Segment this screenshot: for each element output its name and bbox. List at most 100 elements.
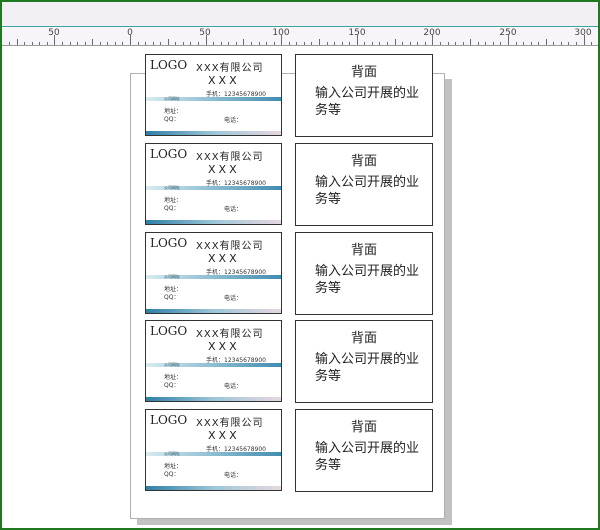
website-label: 公司网址 [164, 185, 180, 190]
card-back[interactable]: 背面输入公司开展的业务等 [295, 320, 433, 403]
logo-text: LOGO [150, 413, 188, 427]
ruler-tick [206, 35, 207, 45]
ruler-tick [478, 42, 479, 45]
ruler-tick [130, 35, 131, 45]
ruler-tick [349, 42, 350, 45]
ruler-tick [304, 42, 305, 45]
ruler-tick [54, 35, 55, 45]
ruler-tick [266, 42, 267, 45]
ruler-tick [425, 42, 426, 45]
ruler-tick [410, 42, 411, 45]
ruler-tick [47, 42, 48, 45]
card-front[interactable]: LOGO XXX有限公司 XXX 手机：12345678900 公司网址 地址： QQ： 电话… [145, 232, 282, 314]
ruler-tick [62, 42, 63, 45]
design-canvas[interactable]: LOGO XXX有限公司 XXX 手机：12345678900 公司网址 地址： QQ： 电话… [2, 46, 598, 528]
ruler-tick [228, 42, 229, 45]
ruler-tick [327, 42, 328, 45]
company-name: XXX有限公司 [196, 241, 264, 252]
ruler-tick [274, 42, 275, 45]
bottom-band [146, 131, 281, 135]
company-name: XXX有限公司 [196, 418, 264, 429]
ruler-tick [402, 42, 403, 45]
ruler-tick [395, 39, 396, 45]
website-label: 公司网址 [164, 362, 180, 367]
ruler-tick [516, 42, 517, 45]
company-name: XXX有限公司 [196, 329, 264, 340]
back-title: 背面 [350, 65, 377, 80]
ruler-tick [70, 42, 71, 45]
card-back[interactable]: 背面 输入公司开展的业务等 [295, 232, 433, 315]
ruler-tick [455, 42, 456, 45]
ruler-tick [591, 42, 592, 45]
back-description: 输入公司开展的业务等 [315, 352, 420, 384]
card-front[interactable]: LOGO XXX有限公司 XXX 手机：12345678900 公司网址 地址： QQ： 电话… [145, 54, 282, 136]
back-title: 背面 [350, 154, 377, 169]
ruler-tick [296, 42, 297, 45]
ruler-tick [561, 42, 562, 45]
back-description: 输入公司开展的业务等 [315, 86, 420, 118]
bottom-band [146, 397, 281, 401]
ruler-tick [85, 42, 86, 45]
ruler-tick [364, 42, 365, 45]
ruler-tick [463, 42, 464, 45]
ruler-tick [440, 42, 441, 45]
ruler-tick [92, 39, 93, 45]
back-description: 输入公司开展的业务等 [315, 441, 420, 473]
ruler-tick [432, 35, 433, 45]
tel-label: 电话： [224, 472, 243, 479]
website-label: 公司网址 [164, 451, 180, 456]
website-label: 公司网址 [164, 96, 180, 101]
ruler-label: 300 [574, 28, 592, 38]
ruler-tick [342, 42, 343, 45]
ruler-tick [138, 42, 139, 45]
tel-label: 电话： [224, 295, 243, 302]
ruler-tick [17, 39, 18, 45]
ruler-tick [251, 42, 252, 45]
ruler-tick [160, 42, 161, 45]
ruler-tick [183, 42, 184, 45]
qq-label: QQ： [164, 294, 180, 301]
horizontal-ruler[interactable]: 50 0 50 100 150 200 250 300 [2, 27, 598, 46]
ruler-tick [508, 35, 509, 45]
logo-text: LOGO [150, 236, 188, 250]
ruler-tick [100, 42, 101, 45]
card-front[interactable]: LOGO XXX有限公司 XXX 手机：12345678900 公司网址 地址： QQ： 电话… [145, 409, 282, 491]
ruler-tick [553, 42, 554, 45]
ruler-tick [77, 42, 78, 45]
qq-label: QQ： [164, 116, 180, 123]
tel-label: 电话： [224, 206, 243, 213]
card-front[interactable]: LOGO XXX有限公司 XXX 手机：12345678900 公司网址 地址： QQ： 电话… [145, 320, 282, 402]
ruler-tick [576, 42, 577, 45]
ruler-tick [334, 42, 335, 45]
ruler-tick [485, 42, 486, 45]
card-back[interactable]: 背面输入公司开展的业务等 [295, 54, 433, 137]
card-front[interactable]: LOGO XXX有限公司 XXX 手机：12345678900 公司网址 地址： QQ： 电话… [145, 143, 282, 225]
ruler-tick [153, 42, 154, 45]
ruler-tick [500, 42, 501, 45]
logo-text: LOGO [150, 324, 188, 338]
ruler-tick [387, 42, 388, 45]
ruler-tick [372, 42, 373, 45]
ruler-tick [538, 42, 539, 45]
card-back[interactable]: 背面 输入公司开展的业务等 [295, 409, 433, 492]
document-page[interactable]: LOGO XXX有限公司 XXX 手机：12345678900 公司网址 地址： QQ： 电话… [130, 54, 445, 519]
card-back[interactable]: 背面 输入公司开展的业务等 [295, 143, 433, 226]
ruler-tick [319, 39, 320, 45]
back-title: 背面 [350, 331, 377, 346]
ruler-tick [236, 42, 237, 45]
ruler-tick [289, 42, 290, 45]
ruler-tick [32, 42, 33, 45]
ruler-tick [24, 42, 25, 45]
ruler-tick [39, 42, 40, 45]
company-name: XXX有限公司 [196, 63, 264, 74]
app-window: 50 0 50 100 150 200 250 300 LOGO XXX有限公司 XXX 手机：12… [0, 0, 600, 530]
ruler-tick [9, 42, 10, 45]
person-name: XXX [208, 340, 240, 353]
ruler-tick [175, 42, 176, 45]
ruler-tick [523, 42, 524, 45]
ruler-tick [115, 42, 116, 45]
company-name: XXX有限公司 [196, 152, 264, 163]
ruler-label: 50 [199, 28, 211, 38]
ruler-tick [213, 42, 214, 45]
website-label: 公司网址 [164, 274, 180, 279]
